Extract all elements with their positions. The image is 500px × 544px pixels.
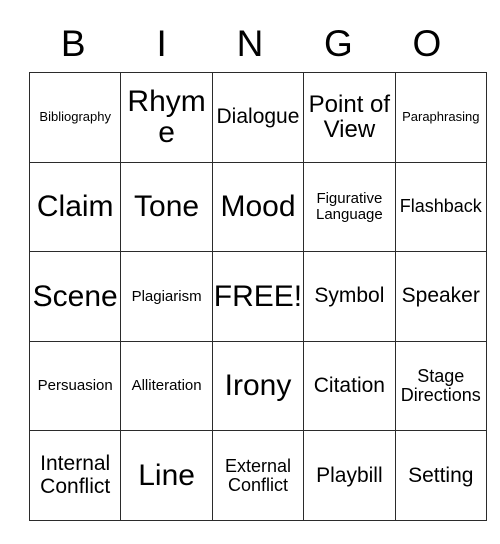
bingo-cell-o1[interactable]: Paraphrasing [394, 72, 487, 163]
bingo-cell-o5[interactable]: Setting [394, 430, 487, 521]
bingo-cell-b2[interactable]: Claim [28, 161, 122, 253]
bingo-cell-n4[interactable]: Irony [211, 340, 305, 432]
bingo-cell-g4[interactable]: Citation [303, 340, 396, 432]
bingo-header: B I N G O [29, 0, 471, 72]
bingo-header-letter-i: I [156, 23, 167, 64]
bingo-row: Internal Conflict Line External Conflict… [28, 430, 487, 521]
bingo-cell-i5[interactable]: Line [120, 430, 213, 521]
bingo-cell-g3[interactable]: Symbol [303, 251, 396, 342]
bingo-row: Scene Plagiarism FREE! Symbol Speaker [28, 251, 487, 342]
bingo-row: Claim Tone Mood Figurative Language Flas… [28, 161, 487, 253]
bingo-cell-i3[interactable]: Plagiarism [120, 251, 213, 342]
bingo-cell-g5[interactable]: Playbill [303, 430, 396, 521]
bingo-cell-g1[interactable]: Point of View [303, 72, 396, 163]
bingo-header-letter-o: O [412, 23, 442, 64]
bingo-cell-g2[interactable]: Figurative Language [303, 161, 396, 253]
bingo-header-letter-b: B [60, 23, 86, 64]
bingo-card: B I N G O Bibliography Rhyme Dialogue Po… [28, 0, 487, 521]
bingo-cell-free-space[interactable]: FREE! [211, 251, 305, 342]
bingo-header-letter-g: G [324, 23, 353, 64]
bingo-row: Persuasion Alliteration Irony Citation S… [28, 340, 487, 432]
bingo-header-letter-n: N [236, 23, 264, 64]
bingo-row: Bibliography Rhyme Dialogue Point of Vie… [28, 72, 487, 163]
bingo-cell-i2[interactable]: Tone [120, 161, 213, 253]
bingo-cell-n2[interactable]: Mood [211, 161, 305, 253]
bingo-cell-b5[interactable]: Internal Conflict [28, 430, 122, 521]
bingo-cell-o3[interactable]: Speaker [394, 251, 487, 342]
bingo-grid: Bibliography Rhyme Dialogue Point of Vie… [28, 72, 487, 521]
bingo-cell-b1[interactable]: Bibliography [28, 72, 122, 163]
bingo-cell-i4[interactable]: Alliteration [120, 340, 213, 432]
bingo-cell-o4[interactable]: Stage Directions [394, 340, 487, 432]
bingo-cell-b4[interactable]: Persuasion [28, 340, 122, 432]
bingo-cell-b3[interactable]: Scene [28, 251, 122, 342]
bingo-cell-o2[interactable]: Flashback [394, 161, 487, 253]
bingo-cell-n1[interactable]: Dialogue [211, 72, 305, 163]
bingo-cell-i1[interactable]: Rhyme [120, 72, 213, 163]
bingo-cell-n5[interactable]: External Conflict [211, 430, 305, 521]
